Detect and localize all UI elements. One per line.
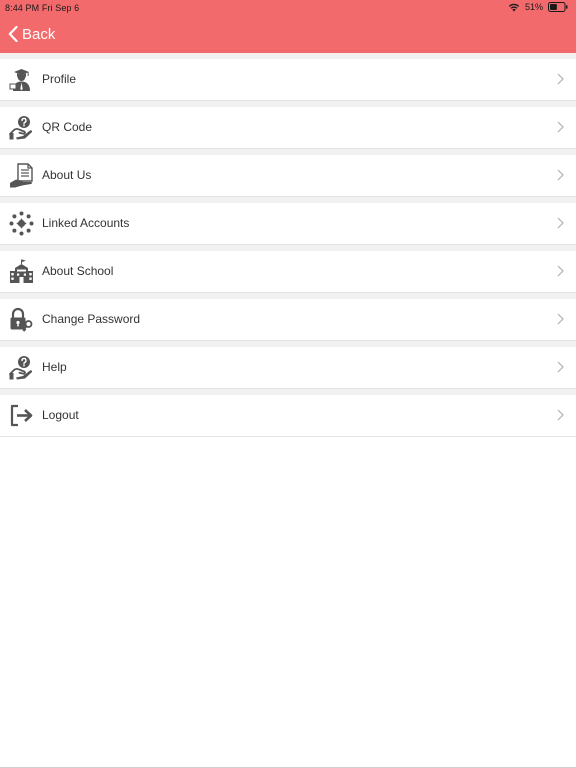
menu-item-about-us[interactable]: About Us <box>0 155 576 197</box>
status-indicators: 51% <box>508 2 568 12</box>
menu-item-help[interactable]: Help <box>0 347 576 389</box>
chevron-right-icon <box>557 361 564 373</box>
menu-item-about-school[interactable]: About School <box>0 251 576 293</box>
chevron-left-icon <box>8 26 18 42</box>
menu-item-label: Logout <box>42 408 79 422</box>
document-hand-icon <box>9 163 34 188</box>
menu-item-profile[interactable]: Profile <box>0 59 576 101</box>
menu-item-label: About School <box>42 264 114 278</box>
header-bar: 8:44 PM Fri Sep 6 51% Back <box>0 0 576 53</box>
back-label: Back <box>22 25 56 43</box>
chevron-right-icon <box>557 73 564 85</box>
battery-percent: 51% <box>524 2 543 12</box>
menu-item-qr-code[interactable]: QR Code <box>0 107 576 149</box>
menu-item-change-password[interactable]: Change Password <box>0 299 576 341</box>
chevron-right-icon <box>557 169 564 181</box>
question-hand-icon <box>9 355 34 380</box>
school-building-icon <box>9 259 34 284</box>
menu-item-label: About Us <box>42 168 92 182</box>
lock-key-icon <box>9 307 34 332</box>
menu-item-label: Profile <box>42 72 77 86</box>
network-dots-icon <box>9 211 34 236</box>
status-bar: 8:44 PM Fri Sep 6 51% <box>0 0 576 16</box>
chevron-right-icon <box>557 121 564 133</box>
menu-item-logout[interactable]: Logout <box>0 395 576 437</box>
menu-item-label: Linked Accounts <box>42 216 130 230</box>
settings-menu-list: Profile QR Code About Us Linked Accounts… <box>0 53 576 437</box>
logout-icon <box>9 403 34 428</box>
graduate-user-icon <box>9 67 34 92</box>
menu-item-label: Change Password <box>42 312 141 326</box>
menu-item-linked-accounts[interactable]: Linked Accounts <box>0 203 576 245</box>
chevron-right-icon <box>557 265 564 277</box>
back-button[interactable]: Back <box>8 24 55 44</box>
chevron-right-icon <box>557 409 564 421</box>
menu-item-label: QR Code <box>42 120 93 134</box>
chevron-right-icon <box>557 217 564 229</box>
menu-item-label: Help <box>42 360 67 374</box>
status-time: 8:44 PM Fri Sep 6 <box>5 3 80 13</box>
battery-icon <box>548 2 568 12</box>
question-hand-icon <box>9 115 34 140</box>
chevron-right-icon <box>557 313 564 325</box>
wifi-icon <box>508 3 520 12</box>
